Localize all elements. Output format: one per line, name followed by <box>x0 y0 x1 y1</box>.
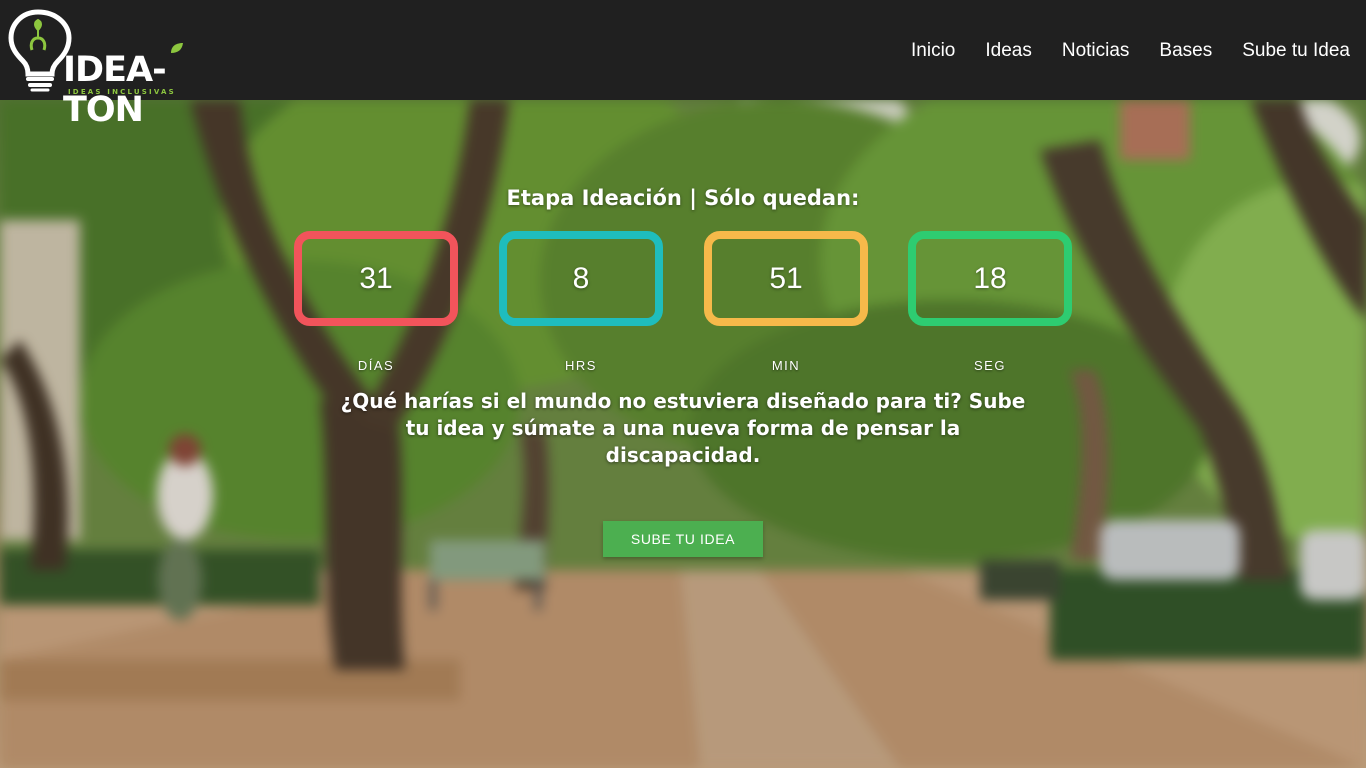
countdown-seconds-label: SEG <box>974 358 1006 373</box>
hero-section: Etapa Ideación | Sólo quedan: 31 8 51 18… <box>0 100 1366 768</box>
countdown-days-label: DÍAS <box>357 358 395 373</box>
nav-sube-tu-idea[interactable]: Sube tu Idea <box>1242 38 1350 64</box>
nav-inicio[interactable]: Inicio <box>911 38 955 64</box>
leaf-icon <box>171 43 183 53</box>
site-logo[interactable]: IDEA-TON IDEAS INCLUSIVAS <box>8 8 213 130</box>
countdown-days-box: 31 <box>294 231 458 326</box>
countdown-minutes-value: 51 <box>769 261 803 295</box>
countdown-hours-value: 8 <box>572 261 590 295</box>
countdown-seconds-value: 18 <box>973 261 1007 295</box>
countdown-seconds-box: 18 <box>908 231 1072 326</box>
nav-noticias[interactable]: Noticias <box>1062 38 1130 64</box>
nav-ideas[interactable]: Ideas <box>985 38 1031 64</box>
sube-tu-idea-button[interactable]: SUBE TU IDEA <box>603 521 763 557</box>
countdown-days-value: 31 <box>359 261 393 295</box>
countdown-minutes-box: 51 <box>704 231 868 326</box>
main-nav: Inicio Ideas Noticias Bases Sube tu Idea <box>911 38 1350 64</box>
nav-bases[interactable]: Bases <box>1159 38 1212 64</box>
stage-title: Etapa Ideación | Sólo quedan: <box>506 186 860 210</box>
countdown-hours-box: 8 <box>499 231 663 326</box>
countdown-minutes-label: MIN <box>771 358 801 373</box>
logo-subtitle: IDEAS INCLUSIVAS <box>68 88 176 96</box>
hero-tagline: ¿Qué harías si el mundo no estuviera dis… <box>340 389 1026 467</box>
navbar: IDEA-TON IDEAS INCLUSIVAS Inicio Ideas N… <box>0 0 1366 130</box>
countdown-hours-label: HRS <box>565 358 597 373</box>
